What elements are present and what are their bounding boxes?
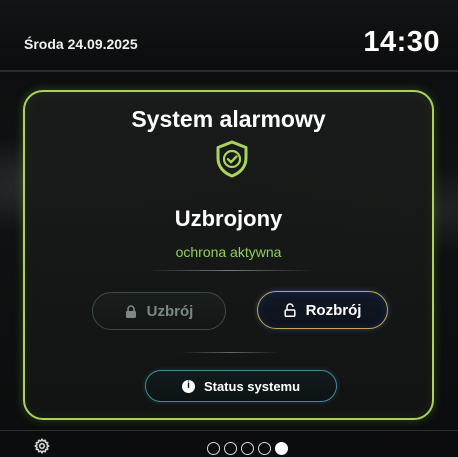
alarm-card: System alarmowy Uzbrojony ochrona aktywn…: [23, 90, 434, 420]
page-dot[interactable]: [241, 442, 254, 455]
page-indicator: [207, 442, 288, 455]
disarm-button-label: Rozbrój: [305, 301, 362, 319]
info-icon: i: [181, 379, 195, 393]
divider: [180, 352, 280, 353]
card-title: System alarmowy: [131, 106, 326, 132]
arm-button[interactable]: Uzbrój: [92, 292, 226, 330]
divider: [145, 270, 315, 271]
header-divider: [0, 70, 458, 72]
alarm-substate: ochrona aktywna: [175, 244, 282, 260]
disarm-button[interactable]: Rozbrój: [257, 291, 388, 329]
lock-icon: [125, 304, 137, 318]
footer-divider: [0, 430, 458, 431]
unlock-icon: [284, 303, 296, 317]
gear-icon[interactable]: [34, 438, 50, 454]
status-bar: Środa 24.09.2025 14:30: [0, 0, 458, 70]
alarm-screen: Środa 24.09.2025 14:30 System alarmowy U…: [0, 0, 458, 457]
page-dot[interactable]: [258, 442, 271, 455]
page-dot-active[interactable]: [275, 442, 288, 455]
time-label: 14:30: [363, 26, 440, 58]
page-dot[interactable]: [224, 442, 237, 455]
arm-button-label: Uzbrój: [146, 302, 194, 320]
date-label: Środa 24.09.2025: [24, 36, 138, 52]
system-status-label: Status systemu: [203, 378, 301, 394]
alarm-state: Uzbrojony: [174, 206, 283, 231]
shield-check-icon: [215, 140, 249, 178]
system-status-button[interactable]: i Status systemu: [145, 370, 337, 402]
page-dot[interactable]: [207, 442, 220, 455]
